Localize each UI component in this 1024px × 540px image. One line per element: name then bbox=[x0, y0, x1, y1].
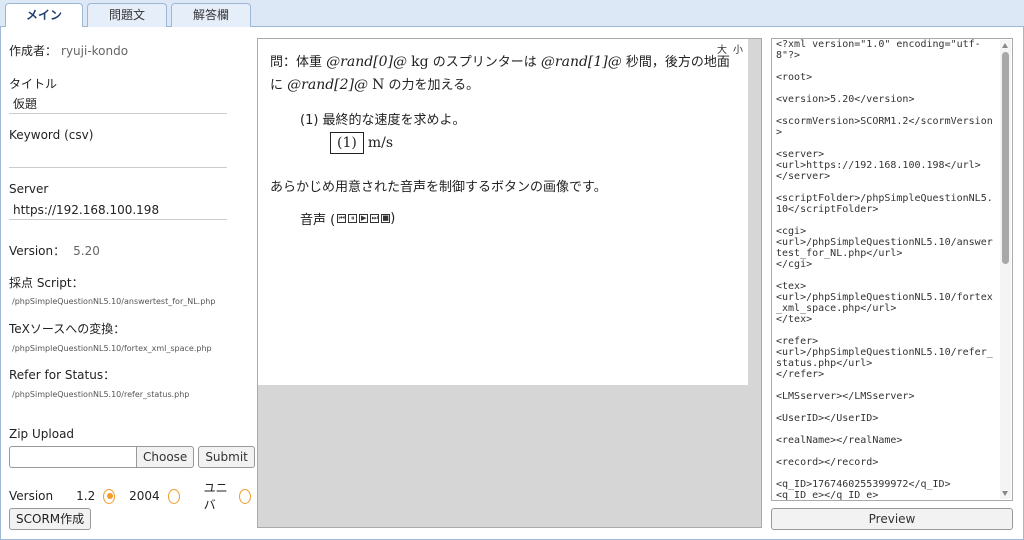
font-size-controls: 大小 bbox=[711, 41, 743, 56]
script-value: /phpSimpleQuestionNL5.10/answertest_for_… bbox=[12, 297, 216, 306]
submit-button[interactable]: Submit bbox=[198, 446, 255, 468]
scroll-down-icon[interactable] bbox=[1002, 491, 1008, 496]
scroll-thumb[interactable] bbox=[1002, 52, 1009, 264]
audio-pause-icon[interactable]: ⏸ bbox=[348, 214, 358, 223]
xml-content: <?xml version="1.0" encoding="utf-8"?> <… bbox=[776, 39, 993, 501]
zip-file-input[interactable] bbox=[9, 446, 136, 468]
q-rand0: @rand[0]@ bbox=[326, 54, 408, 70]
font-large-button[interactable]: 大 bbox=[717, 45, 727, 56]
tex-value: /phpSimpleQuestionNL5.10/fortex_xml_spac… bbox=[12, 344, 212, 353]
zip-upload-label: Zip Upload bbox=[9, 427, 75, 441]
radio-label-univ: ユニバ bbox=[203, 481, 228, 512]
radio-univ[interactable] bbox=[239, 488, 252, 504]
q-rand2: @rand[2]@ bbox=[287, 77, 369, 93]
audio-forward-icon[interactable]: ⏭ bbox=[370, 214, 380, 223]
settings-panel: 作成者： ryuji-kondo タイトル 仮題 Keyword (csv) Se… bbox=[1, 27, 255, 540]
script-label: 採点 Script： bbox=[9, 276, 84, 290]
q-unit-kg: kg bbox=[411, 54, 429, 70]
preview-button[interactable]: Preview bbox=[771, 508, 1013, 530]
radio-group-label: Version bbox=[9, 489, 54, 503]
sub-question: (1) 最終的な速度を求めよ。 bbox=[300, 113, 466, 128]
tab-main[interactable]: メイン bbox=[5, 3, 83, 28]
tex-label: TeXソースへの変換： bbox=[9, 322, 126, 336]
answer-box[interactable]: (1) bbox=[330, 132, 364, 154]
answer-line: (1) m/s bbox=[330, 132, 736, 154]
audio-label: 音声 ( bbox=[300, 213, 336, 228]
tab-question[interactable]: 問題文 bbox=[87, 3, 167, 27]
author-label: 作成者： bbox=[9, 44, 58, 58]
tab-bar: メイン 問題文 解答欄 bbox=[0, 0, 1024, 28]
radio-label-2004: 2004 bbox=[129, 489, 160, 503]
radio-2004[interactable] bbox=[167, 488, 180, 504]
version-row: Version： 5.20 bbox=[9, 242, 100, 259]
preview-content: 大小 問：体重 @rand[0]@ kg のスプリンターは @rand[1]@ … bbox=[258, 39, 748, 385]
refer-value: /phpSimpleQuestionNL5.10/refer_status.ph… bbox=[12, 390, 190, 399]
q-end: の力を加える。 bbox=[388, 78, 480, 93]
audio-close: ) bbox=[390, 211, 396, 226]
xml-textarea[interactable]: <?xml version="1.0" encoding="utf-8"?> <… bbox=[771, 38, 1013, 501]
q-prefix: 問：体重 bbox=[270, 55, 323, 70]
choose-button[interactable]: Choose bbox=[136, 446, 195, 468]
keyword-input[interactable] bbox=[9, 148, 227, 168]
radio-1-2[interactable] bbox=[103, 488, 116, 504]
xml-scrollbar[interactable] bbox=[1000, 40, 1011, 499]
q-mid1: のスプリンターは bbox=[432, 55, 537, 70]
audio-description: あらかじめ用意された音声を制御するボタンの画像です。 bbox=[270, 180, 607, 195]
question-text: 問：体重 @rand[0]@ kg のスプリンターは @rand[1]@ 秒間，… bbox=[270, 51, 730, 97]
author-row: 作成者： ryuji-kondo bbox=[9, 42, 128, 59]
main-panel: 作成者： ryuji-kondo タイトル 仮題 Keyword (csv) Se… bbox=[0, 27, 1024, 540]
scorm-create-button[interactable]: SCORM作成 bbox=[9, 508, 92, 530]
keyword-label: Keyword (csv) bbox=[9, 128, 94, 142]
q-unit-n: N bbox=[372, 77, 385, 93]
answer-unit: m/s bbox=[367, 135, 394, 151]
radio-label-1-2: 1.2 bbox=[76, 489, 96, 503]
zip-upload-row: Choose Submit bbox=[9, 446, 255, 468]
font-small-button[interactable]: 小 bbox=[733, 45, 743, 56]
title-label: タイトル bbox=[9, 77, 58, 91]
tab-answer[interactable]: 解答欄 bbox=[171, 3, 251, 27]
version-value: 5.20 bbox=[73, 244, 100, 258]
title-input[interactable]: 仮題 bbox=[9, 94, 227, 114]
server-input[interactable]: https://192.168.100.198 bbox=[9, 200, 227, 220]
audio-play-icon[interactable]: ▶ bbox=[359, 214, 369, 223]
author-value: ryuji-kondo bbox=[61, 44, 129, 58]
question-preview: 大小 問：体重 @rand[0]@ kg のスプリンターは @rand[1]@ … bbox=[257, 38, 762, 528]
audio-stop-icon[interactable]: ■ bbox=[381, 214, 391, 223]
server-label: Server bbox=[9, 182, 49, 196]
scroll-up-icon[interactable] bbox=[1002, 43, 1008, 48]
q-rand1: @rand[1]@ bbox=[540, 54, 622, 70]
version-label: Version： bbox=[9, 244, 66, 258]
audio-row: 音声 ( ⏮ ⏸ ▶ ⏭ ■ ) bbox=[300, 209, 736, 228]
audio-rewind-icon[interactable]: ⏮ bbox=[337, 214, 347, 223]
refer-label: Refer for Status： bbox=[9, 368, 116, 382]
